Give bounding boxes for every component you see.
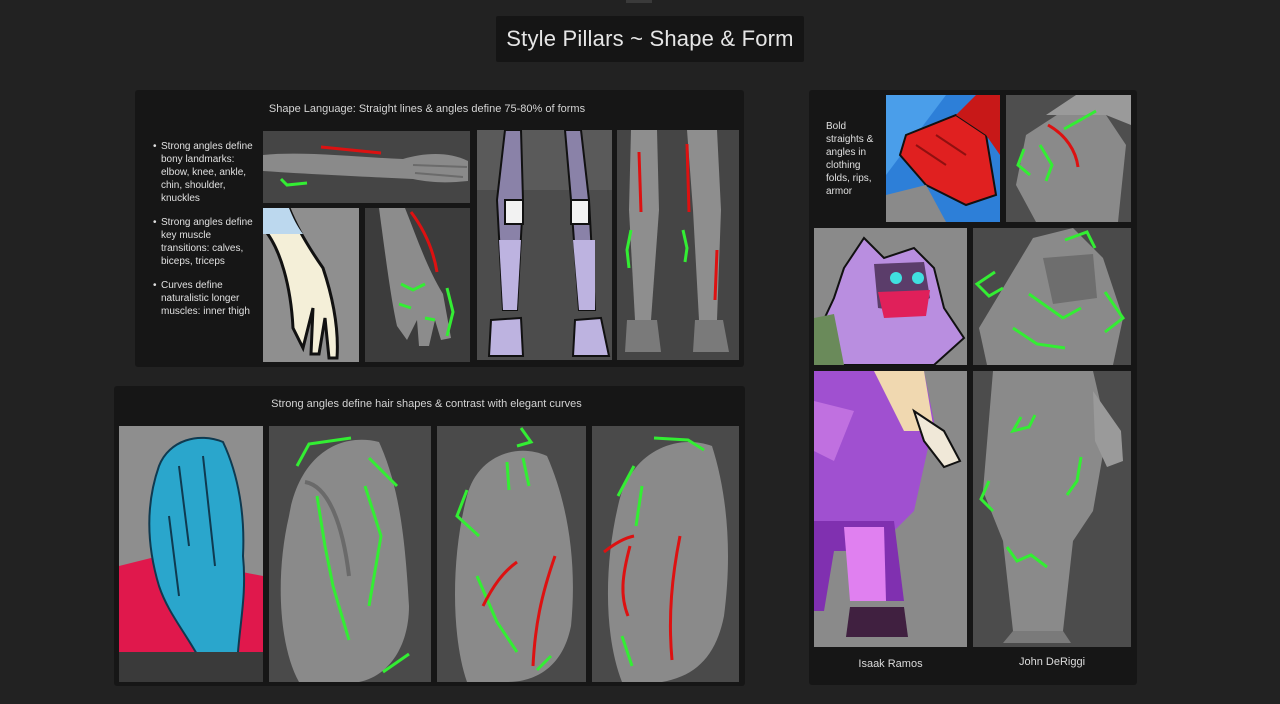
- drawn-legs-image: [477, 130, 612, 360]
- drawn-sleeve-image: [886, 95, 1000, 222]
- hair-caption: Strong angles define hair shapes & contr…: [271, 398, 582, 410]
- drawn-hair-image: [119, 426, 263, 682]
- drawn-body-image: [814, 371, 967, 647]
- clothing-note: Bold straights & angles in clothing fold…: [826, 121, 874, 197]
- drawn-hand-image: [263, 208, 359, 362]
- bullet-item: Strong angles define bony landmarks: elb…: [153, 140, 259, 205]
- sculpt-legs-image: [617, 130, 739, 360]
- artist-credit: Isaak Ramos: [858, 658, 923, 670]
- sculpt-hood-image: [973, 228, 1131, 365]
- forearm-sculpt-image: [263, 131, 470, 203]
- sculpt-hair-b-image: [437, 426, 586, 682]
- shape-language-caption: Shape Language: Straight lines & angles …: [268, 103, 586, 115]
- shape-language-bullets: Strong angles define bony landmarks: elb…: [153, 140, 259, 329]
- sculpt-hand-image: [365, 208, 470, 362]
- page-title: Style Pillars ~ Shape & Form: [496, 16, 804, 62]
- bullet-item: Curves define naturalistic longer muscle…: [153, 279, 259, 318]
- sculpt-shoulder-image: [1006, 95, 1131, 222]
- artist-credit: John DeRiggi: [1018, 656, 1086, 668]
- sculpt-hair-a-image: [269, 426, 431, 682]
- drawn-hood-image: [814, 228, 967, 365]
- top-tab-indicator: [626, 0, 652, 3]
- sculpt-body-image: [973, 371, 1131, 647]
- sculpt-hair-c-image: [592, 426, 739, 682]
- bullet-item: Strong angles define key muscle transiti…: [153, 216, 259, 268]
